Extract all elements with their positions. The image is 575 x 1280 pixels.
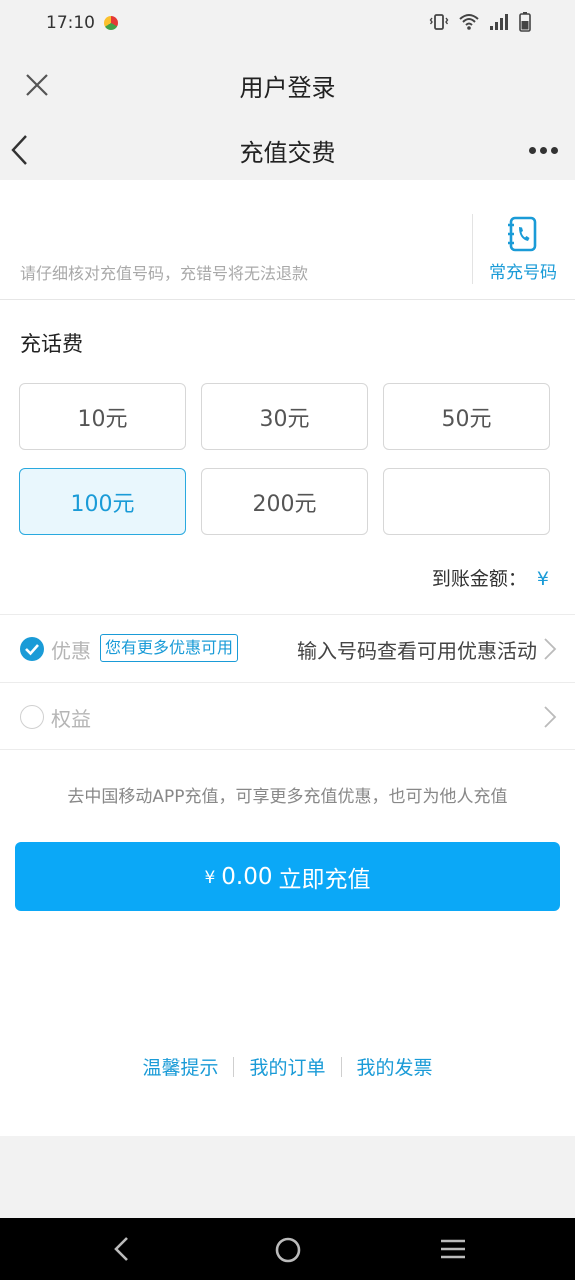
discount-row[interactable]: 优惠 您有更多优惠可用 输入号码查看可用优惠活动: [0, 614, 575, 682]
discount-checkbox[interactable]: [20, 637, 44, 661]
amount-option-200[interactable]: 200元: [201, 468, 368, 535]
more-discounts-badge: 您有更多优惠可用: [100, 634, 239, 662]
more-button[interactable]: [529, 140, 559, 160]
footer-divider: [340, 1056, 342, 1077]
vibrate-icon: [429, 14, 449, 30]
pay-amount: 0.00: [221, 863, 273, 890]
phone-number-hint: 请仔细核对充值号码，充错号将无法退款: [20, 264, 309, 283]
phone-book-icon: [508, 216, 537, 252]
benefits-checkbox[interactable]: [20, 705, 44, 729]
chevron-right-icon: [544, 706, 557, 728]
status-icons: [429, 12, 531, 32]
pay-label: 立即充值: [278, 866, 371, 893]
my-invoices-link[interactable]: 我的发票: [357, 1053, 433, 1080]
login-title: 用户登录: [239, 74, 336, 102]
arrival-amount-currency: ¥: [536, 568, 549, 590]
amount-option-30[interactable]: 30元: [201, 383, 368, 450]
warm-tips-link[interactable]: 温馨提示: [142, 1053, 218, 1080]
amount-option-custom[interactable]: [383, 468, 550, 535]
amount-option-100[interactable]: 100元: [19, 468, 186, 535]
phone-divider: [472, 214, 473, 284]
app-notification-icon: [104, 16, 118, 30]
pay-now-button[interactable]: ¥ 0.00 立即充值: [15, 842, 560, 911]
signal-icon: [490, 14, 508, 30]
benefits-row[interactable]: 权益: [0, 682, 575, 750]
amount-option-10[interactable]: 10元: [19, 383, 186, 450]
more-dot-icon: [529, 146, 536, 154]
phone-number-section[interactable]: 请仔细核对充值号码，充错号将无法退款 常充号码: [0, 180, 575, 300]
frequent-numbers-label: 常充号码: [489, 263, 557, 283]
check-icon: [25, 644, 39, 656]
recharge-section-title: 充话费: [20, 332, 83, 356]
amount-grid: 10元 30元 50元 100元 200元: [19, 383, 551, 535]
frequent-numbers-button[interactable]: 常充号码: [482, 216, 564, 286]
amount-option-50[interactable]: 50元: [383, 383, 550, 450]
nav-menu-icon[interactable]: [440, 1238, 466, 1260]
system-nav-bar: [0, 1218, 575, 1280]
footer-links: 温馨提示 我的订单 我的发票: [0, 1053, 575, 1080]
arrival-amount: 到账金额： ¥: [432, 564, 549, 591]
nav-home-icon[interactable]: [274, 1236, 302, 1264]
page-header: 充值交费: [0, 120, 575, 180]
nav-back-icon[interactable]: [112, 1236, 132, 1262]
page-title: 充值交费: [239, 139, 336, 167]
status-bar: 17:10: [0, 0, 575, 48]
benefits-label: 权益: [51, 707, 91, 731]
chevron-right-icon: [544, 638, 557, 660]
battery-icon: [519, 12, 531, 32]
my-orders-link[interactable]: 我的订单: [249, 1053, 325, 1080]
login-header: 用户登录: [0, 48, 575, 120]
footer-divider: [233, 1056, 235, 1077]
status-time: 17:10: [46, 13, 95, 33]
discount-info: 输入号码查看可用优惠活动: [297, 639, 537, 663]
wifi-icon: [459, 14, 479, 30]
more-dot-icon: [551, 146, 558, 154]
discount-label: 优惠: [51, 639, 91, 663]
app-promo-tip[interactable]: 去中国移动APP充值，可享更多充值优惠，也可为他人充值: [0, 782, 575, 807]
pay-currency: ¥: [204, 868, 216, 888]
arrival-amount-label: 到账金额：: [431, 568, 527, 590]
content-area: 请仔细核对充值号码，充错号将无法退款 常充号码 充话费 10元 30元 50元 …: [0, 180, 575, 1136]
more-dot-icon: [540, 146, 547, 154]
